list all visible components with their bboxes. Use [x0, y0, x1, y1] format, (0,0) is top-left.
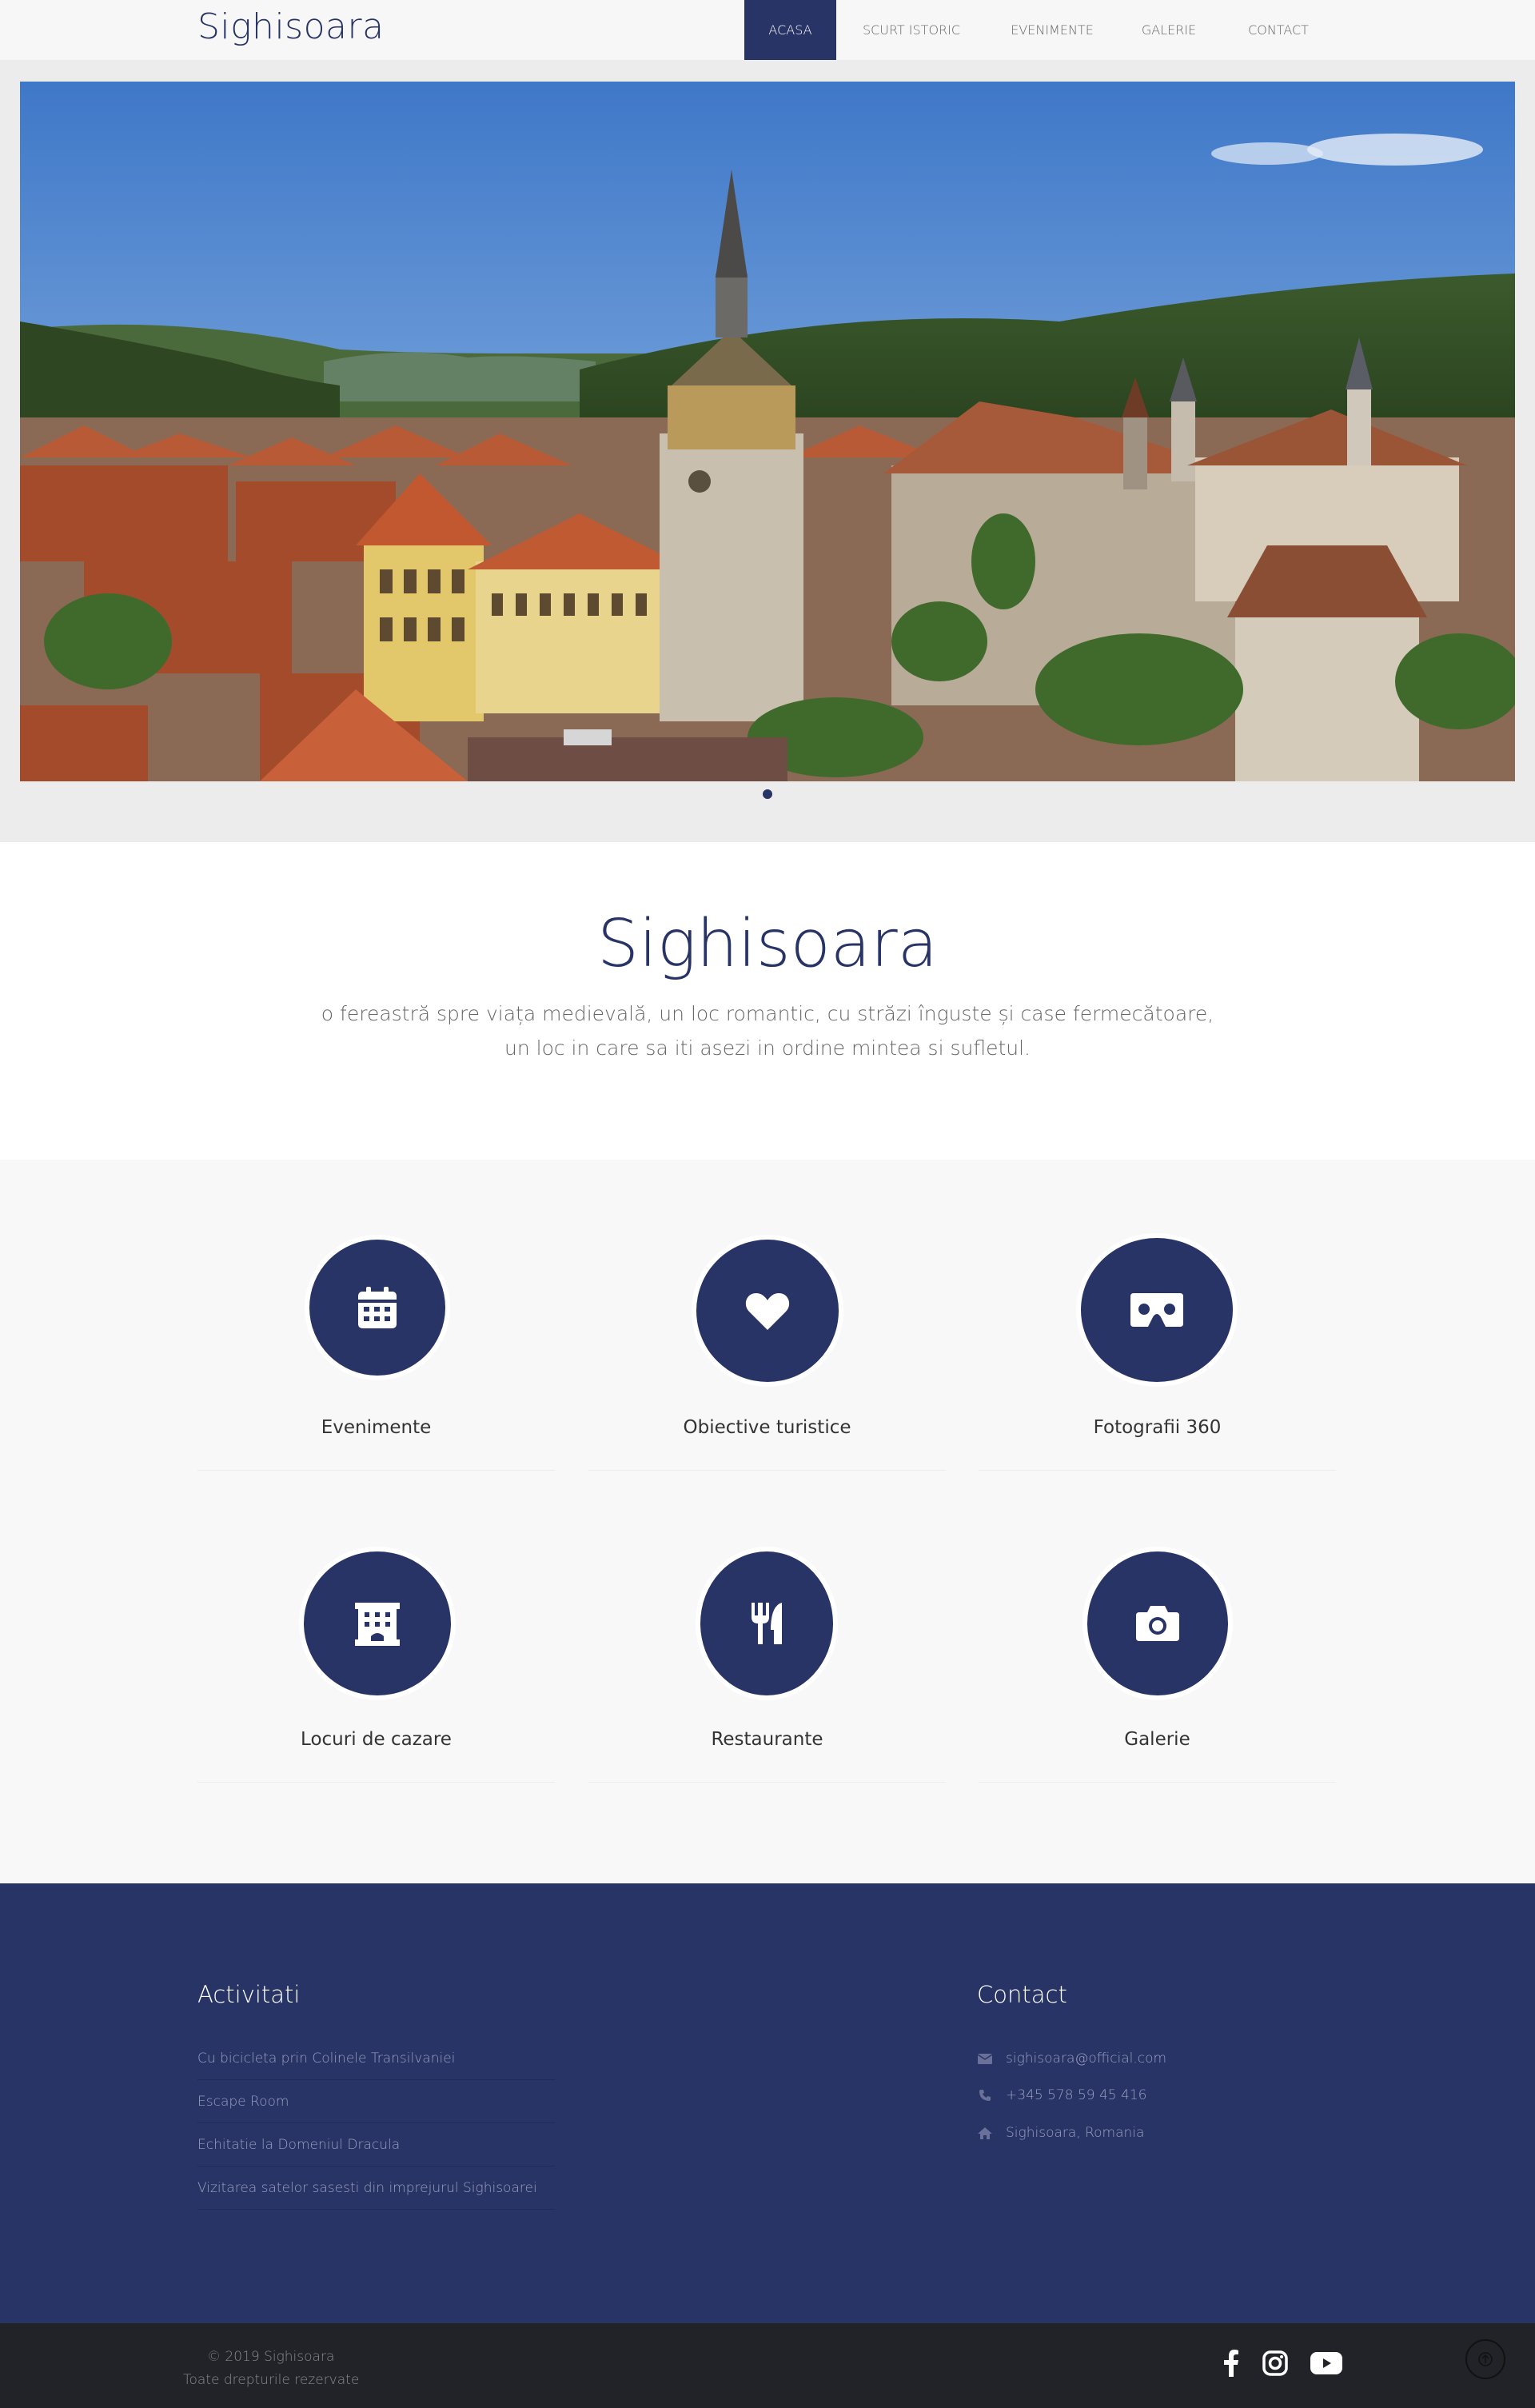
- activity-link[interactable]: Cu bicicleta prin Colinele Transilvaniei: [197, 2051, 555, 2067]
- contact-address: Sighisoara, Romania: [977, 2125, 1144, 2141]
- service-label: Galerie: [1124, 1729, 1190, 1750]
- service-label: Fotografii 360: [1093, 1417, 1222, 1438]
- service-label: Locuri de cazare: [301, 1729, 452, 1750]
- divider: [979, 1470, 1336, 1471]
- main-nav: ACASA SCURT ISTORIC EVENIMENTE GALERIE C…: [744, 0, 1337, 60]
- facebook-icon[interactable]: [1214, 2346, 1249, 2381]
- activities-title: Activitati: [197, 1981, 301, 2008]
- divider: [197, 1782, 555, 1783]
- site-logo[interactable]: Sighisoara: [197, 6, 385, 47]
- service-label: Obiective turistice: [683, 1417, 851, 1438]
- utensils-icon: [700, 1551, 833, 1695]
- intro-text-line1: o fereastră spre viața medievală, un loc…: [321, 1002, 1214, 1025]
- nav-scurt-istoric[interactable]: SCURT ISTORIC: [836, 0, 987, 60]
- divider: [197, 1470, 555, 1471]
- divider: [588, 1782, 946, 1783]
- sighisoara-citadel-photo: [20, 82, 1515, 781]
- nav-acasa[interactable]: ACASA: [744, 0, 836, 60]
- contact-phone[interactable]: +345 578 59 45 416: [977, 2087, 1146, 2103]
- site-header: Sighisoara ACASA SCURT ISTORIC EVENIMENT…: [0, 0, 1535, 60]
- activity-link[interactable]: Echitatie la Domeniul Dracula: [197, 2137, 555, 2153]
- divider: [979, 1782, 1336, 1783]
- envelope-icon: [977, 2053, 993, 2064]
- intro-title: Sighisoara: [597, 906, 938, 982]
- intro-section: Sighisoara o fereastră spre viața mediev…: [0, 842, 1535, 1160]
- youtube-icon[interactable]: [1309, 2346, 1344, 2381]
- site-footer: Activitati Cu bicicleta prin Colinele Tr…: [0, 1883, 1535, 2323]
- nav-galerie[interactable]: GALERIE: [1118, 0, 1220, 60]
- instagram-icon[interactable]: [1258, 2346, 1293, 2381]
- vr-cardboard-icon: [1081, 1238, 1233, 1382]
- divider: [197, 2122, 555, 2123]
- phone-icon: [977, 2089, 993, 2102]
- activity-link[interactable]: Vizitarea satelor sasesti din imprejurul…: [197, 2180, 555, 2196]
- home-icon: [977, 2126, 993, 2139]
- services-section: Evenimente Obiective turistice Fotografi…: [0, 1160, 1535, 1883]
- nav-contact[interactable]: CONTACT: [1220, 0, 1337, 60]
- bottom-bar: © 2019 Sighisoara Toate drepturile rezer…: [0, 2323, 1535, 2408]
- contact-title: Contact: [977, 1981, 1067, 2008]
- slider-dot[interactable]: [763, 789, 772, 799]
- service-label: Restaurante: [711, 1729, 823, 1750]
- activity-link[interactable]: Escape Room: [197, 2094, 555, 2110]
- nav-evenimente[interactable]: EVENIMENTE: [987, 0, 1118, 60]
- rights-reserved: Toate drepturile rezervate: [183, 2372, 360, 2388]
- divider: [588, 1470, 946, 1471]
- hotel-icon: [304, 1551, 451, 1695]
- calendar-icon: [309, 1240, 445, 1376]
- divider: [197, 2209, 555, 2210]
- heart-icon: [696, 1240, 839, 1382]
- copyright: © 2019 Sighisoara: [207, 2349, 335, 2365]
- arrow-up-icon[interactable]: [1465, 2339, 1505, 2379]
- camera-icon: [1087, 1551, 1228, 1695]
- divider: [197, 2079, 555, 2080]
- service-label: Evenimente: [321, 1417, 432, 1438]
- hero-slider[interactable]: [20, 82, 1515, 781]
- intro-text-line2: un loc in care sa iti asezi in ordine mi…: [504, 1036, 1031, 1060]
- contact-email[interactable]: sighisoara@official.com: [977, 2051, 1166, 2067]
